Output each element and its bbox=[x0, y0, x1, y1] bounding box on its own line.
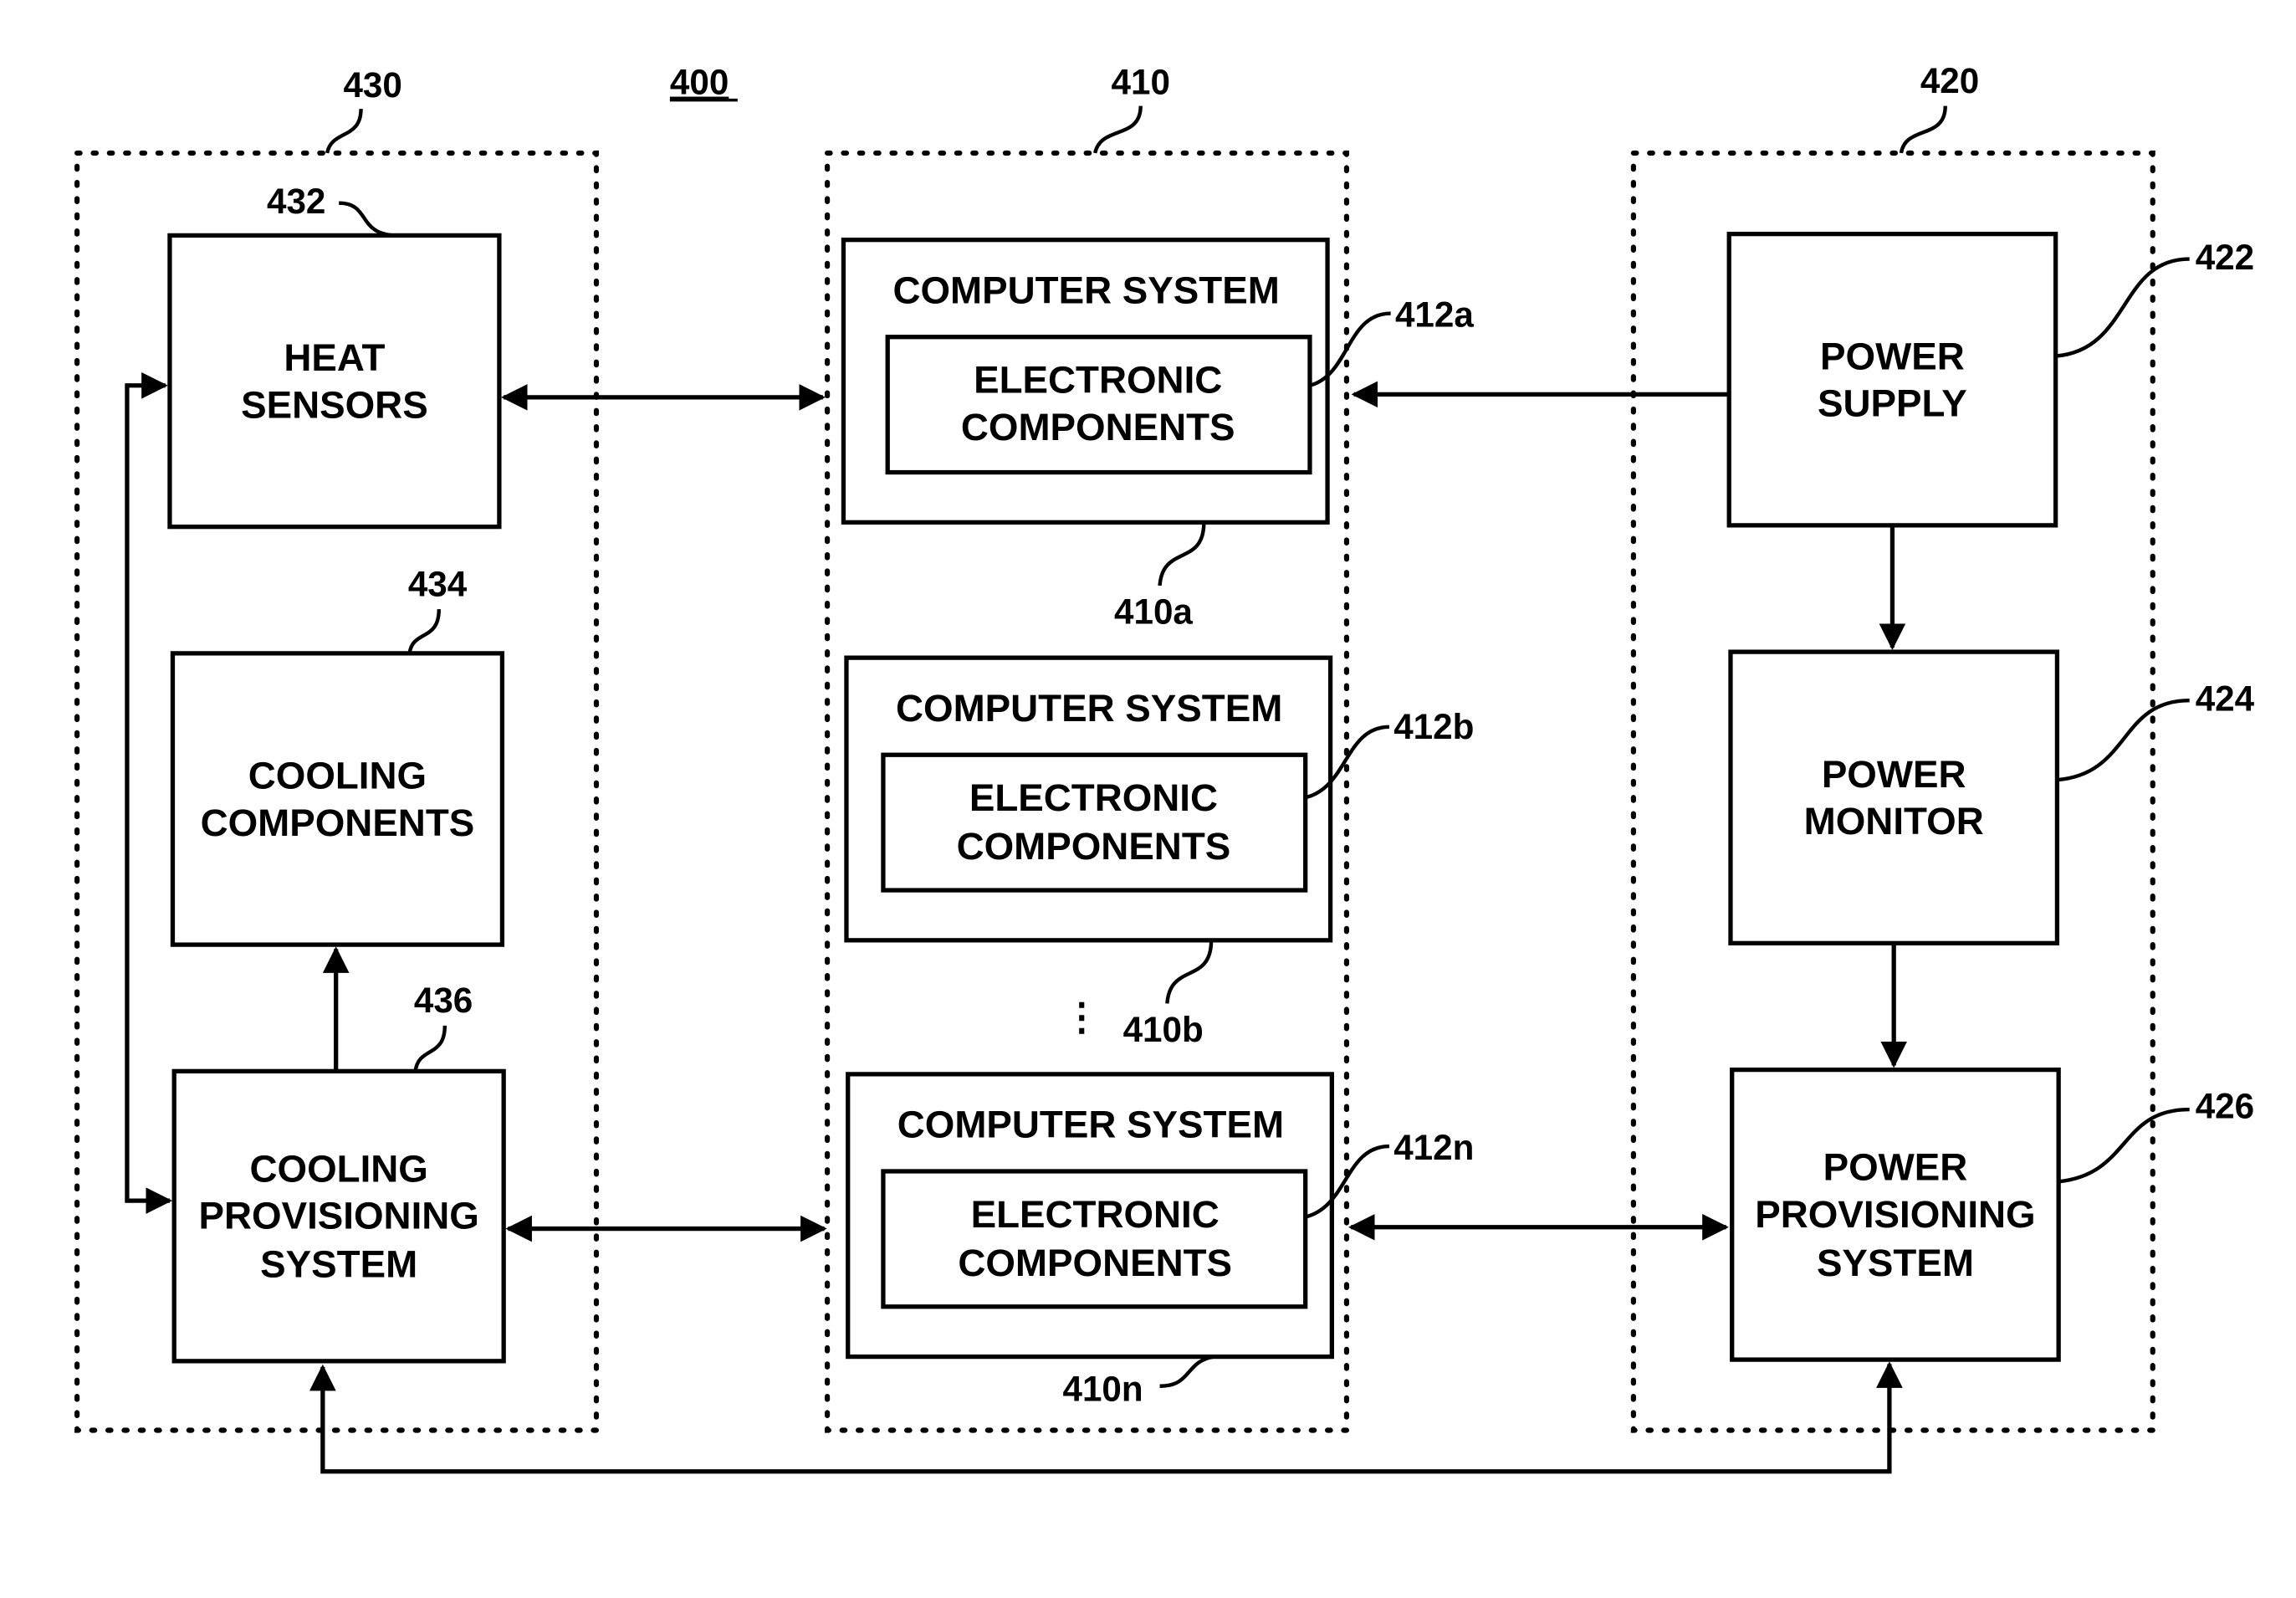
electronic-components-ref-412b: 412b bbox=[1393, 707, 1474, 746]
svg-text:POWER: POWER bbox=[1822, 753, 1966, 796]
svg-text:COMPONENTS: COMPONENTS bbox=[958, 1242, 1232, 1284]
computer-group-ref: 410 bbox=[1112, 63, 1170, 102]
power-supply-ref: 422 bbox=[2196, 238, 2254, 277]
svg-text:COOLING: COOLING bbox=[250, 1147, 428, 1190]
cooling-group-leader bbox=[325, 109, 363, 154]
svg-text:SENSORS: SENSORS bbox=[241, 383, 428, 426]
power-provisioning-leader bbox=[2058, 1107, 2190, 1184]
svg-text:ELECTRONIC: ELECTRONIC bbox=[971, 1193, 1220, 1236]
svg-text:ELECTRONIC: ELECTRONIC bbox=[969, 776, 1218, 819]
heat-sensors-ref: 432 bbox=[267, 182, 325, 221]
svg-text:POWER: POWER bbox=[1823, 1146, 1968, 1189]
computer-system-ref-410a: 410a bbox=[1114, 592, 1193, 632]
power-group-leader bbox=[1899, 105, 1947, 154]
computer-system-410a: COMPUTER SYSTEM ELECTRONIC COMPONENTS bbox=[841, 238, 1330, 525]
svg-text:COMPONENTS: COMPONENTS bbox=[201, 802, 475, 844]
computer-system-leader-410a bbox=[1158, 522, 1206, 586]
svg-text:COMPUTER SYSTEM: COMPUTER SYSTEM bbox=[897, 1104, 1284, 1146]
svg-text:POWER: POWER bbox=[1820, 335, 1965, 377]
svg-text:ELECTRONIC: ELECTRONIC bbox=[974, 359, 1222, 402]
svg-text:MONITOR: MONITOR bbox=[1804, 800, 1984, 843]
svg-text:SYSTEM: SYSTEM bbox=[260, 1243, 417, 1286]
svg-text:HEAT: HEAT bbox=[284, 336, 385, 379]
cooling-provisioning-ref: 436 bbox=[414, 981, 473, 1020]
cooling-components-ref: 434 bbox=[408, 564, 468, 603]
computer-system-ref-410b: 410b bbox=[1123, 1010, 1204, 1049]
heat-sensors-block: HEAT SENSORS bbox=[167, 233, 502, 530]
cooling-provisioning-leader bbox=[413, 1025, 447, 1072]
electronic-components-ref-412a: 412a bbox=[1395, 295, 1474, 334]
svg-text:COMPONENTS: COMPONENTS bbox=[961, 406, 1235, 448]
computer-system-410b: COMPUTER SYSTEM ELECTRONIC COMPONENTS bbox=[844, 655, 1333, 943]
computer-system-410n: COMPUTER SYSTEM ELECTRONIC COMPONENTS bbox=[846, 1072, 1334, 1360]
arrow-heat-sensors-cooling-provisioning-loop bbox=[125, 371, 173, 1214]
cooling-components-leader bbox=[407, 609, 441, 654]
svg-text:COOLING: COOLING bbox=[248, 755, 427, 797]
figure-number: 400 bbox=[670, 63, 729, 102]
power-provisioning-ref: 426 bbox=[2196, 1087, 2254, 1126]
svg-text:PROVISIONING: PROVISIONING bbox=[1755, 1193, 2035, 1236]
electronic-components-ref-412n: 412n bbox=[1393, 1128, 1474, 1167]
power-supply-leader bbox=[2055, 257, 2190, 358]
svg-text:COMPUTER SYSTEM: COMPUTER SYSTEM bbox=[892, 269, 1279, 311]
computer-system-leader-410n bbox=[1159, 1355, 1215, 1388]
ellipsis-more-systems: ⋮ bbox=[1062, 996, 1101, 1038]
power-monitor-ref: 424 bbox=[2196, 679, 2255, 718]
svg-text:COMPUTER SYSTEM: COMPUTER SYSTEM bbox=[896, 687, 1282, 730]
computer-system-ref-410n: 410n bbox=[1062, 1369, 1143, 1408]
svg-text:SUPPLY: SUPPLY bbox=[1818, 382, 1967, 425]
heat-sensors-leader bbox=[339, 201, 398, 238]
computer-group-leader bbox=[1093, 105, 1143, 154]
power-group-ref: 420 bbox=[1920, 61, 1979, 100]
power-provisioning-block: POWER PROVISIONING SYSTEM bbox=[1730, 1067, 2061, 1362]
power-supply-block: POWER SUPPLY bbox=[1726, 232, 2058, 528]
system-diagram: 400 430 410 420 HEAT SENSORS 432 COOLING… bbox=[74, 61, 2255, 1474]
power-monitor-leader bbox=[2057, 698, 2190, 782]
power-monitor-block: POWER MONITOR bbox=[1728, 649, 2060, 945]
computer-system-leader-410b bbox=[1165, 940, 1214, 1004]
svg-text:SYSTEM: SYSTEM bbox=[1817, 1242, 1974, 1284]
cooling-provisioning-block: COOLING PROVISIONING SYSTEM bbox=[171, 1068, 506, 1364]
cooling-components-block: COOLING COMPONENTS bbox=[170, 651, 505, 947]
svg-text:COMPONENTS: COMPONENTS bbox=[957, 825, 1231, 868]
cooling-group-ref: 430 bbox=[343, 65, 401, 105]
svg-text:PROVISIONING: PROVISIONING bbox=[199, 1195, 479, 1237]
